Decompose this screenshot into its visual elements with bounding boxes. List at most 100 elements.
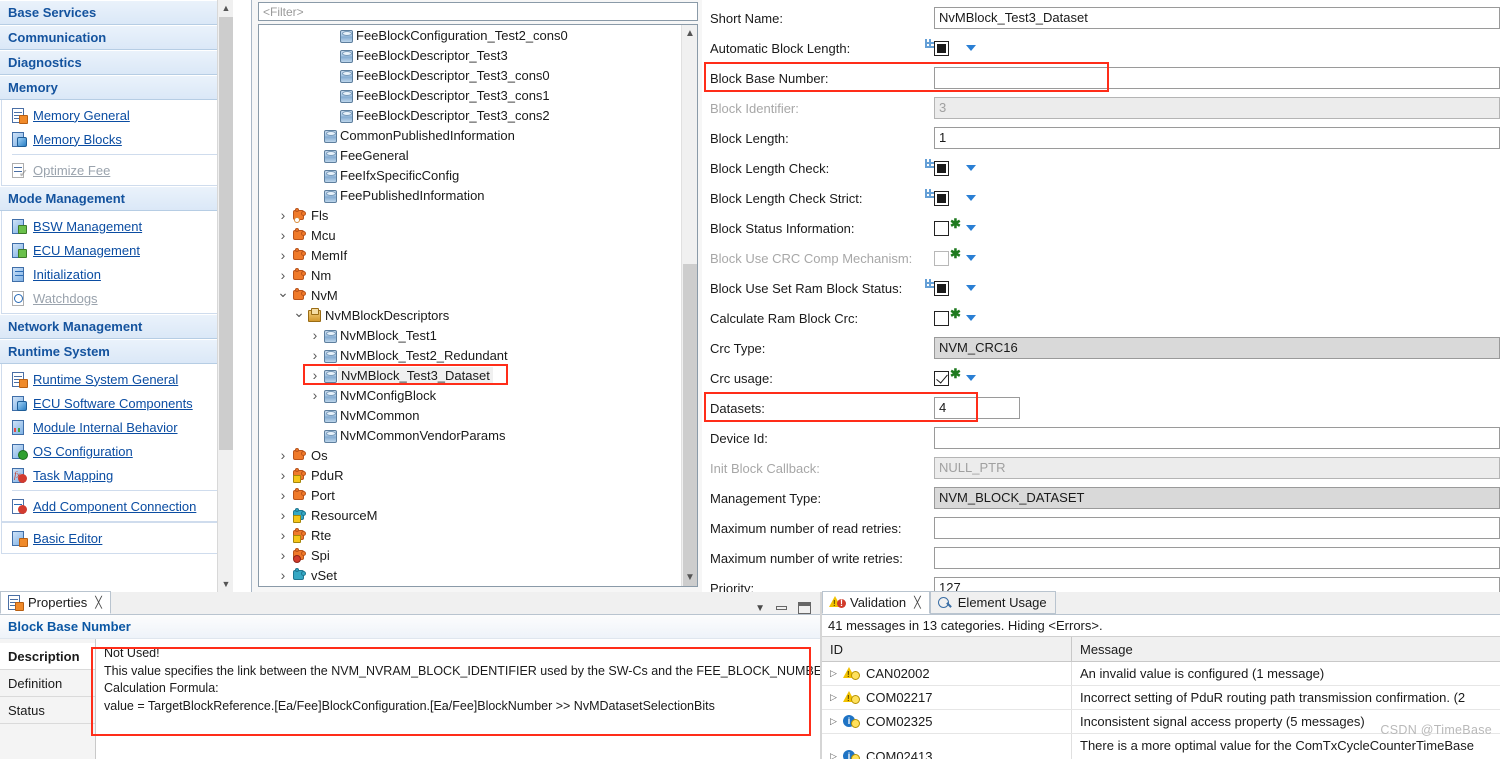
column-header-message[interactable]: Message: [1072, 637, 1500, 661]
tree-node-Fls[interactable]: › Fls: [259, 205, 680, 225]
tree-node-PduR[interactable]: › PduR: [259, 465, 680, 485]
property-input[interactable]: [934, 427, 1500, 449]
minimize-icon[interactable]: [776, 606, 787, 610]
table-row[interactable]: ▷ i COM02325 Inconsistent signal access pro…: [822, 710, 1500, 734]
chevron-right-icon[interactable]: ›: [307, 387, 323, 403]
tree-node-NvMBlock_Test2_Redundant[interactable]: › NvMBlock_Test2_Redundant: [259, 345, 680, 365]
sidebar-item-basic-editor[interactable]: Basic Editor: [2, 526, 232, 550]
chevron-right-icon[interactable]: ›: [275, 467, 291, 483]
checkbox-filled[interactable]: [925, 188, 949, 206]
chevron-right-icon[interactable]: ›: [275, 527, 291, 543]
property-input[interactable]: 127: [934, 577, 1500, 592]
tree-node-NvMConfigBlock[interactable]: › NvMConfigBlock: [259, 385, 680, 405]
tree-node-NvMCommon[interactable]: NvMCommon: [259, 405, 680, 425]
property-input[interactable]: [934, 547, 1500, 569]
tree-node-NvM[interactable]: ⌄ NvM: [259, 284, 680, 305]
tree-node-MemIf[interactable]: › MemIf: [259, 245, 680, 265]
tree-scroll-up-icon[interactable]: ▲: [682, 25, 697, 42]
tree-scrollbar[interactable]: ▲ ▼: [681, 25, 697, 586]
chevron-down-icon[interactable]: [966, 255, 976, 261]
tree-node-Port[interactable]: › Port: [259, 485, 680, 505]
tree-node-FeePublishedInformation[interactable]: FeePublishedInformation: [259, 185, 680, 205]
sidebar-item-add-component-connection[interactable]: Add Component Connection: [2, 494, 232, 518]
property-input[interactable]: NVM_CRC16: [934, 337, 1500, 359]
property-nav-definition[interactable]: Definition: [0, 670, 95, 697]
chevron-down-icon[interactable]: [966, 315, 976, 321]
tab-element-usage[interactable]: Element Usage: [929, 591, 1056, 614]
sidebar-item-memory-general[interactable]: Memory General: [2, 103, 232, 127]
chevron-right-icon[interactable]: ›: [275, 207, 291, 223]
tree-node-FeeGeneral[interactable]: FeeGeneral: [259, 145, 680, 165]
tree-node-FeeIfxSpecificConfig[interactable]: FeeIfxSpecificConfig: [259, 165, 680, 185]
sidebar-item-runtime-system-general[interactable]: Runtime System General: [2, 367, 232, 391]
tree-node-Nm[interactable]: › Nm: [259, 265, 680, 285]
sidebar-group-mode-management[interactable]: Mode Management«: [0, 186, 234, 211]
tree-node-FeeBlockDescriptor_Test3[interactable]: FeeBlockDescriptor_Test3: [259, 45, 680, 65]
checkbox-tick[interactable]: ✱: [934, 367, 961, 386]
sidebar-group-diagnostics[interactable]: Diagnostics»: [0, 50, 234, 75]
sidebar-item-module-internal-behavior[interactable]: Module Internal Behavior: [2, 415, 232, 439]
tree-node-NvMBlock_Test1[interactable]: › NvMBlock_Test1: [259, 325, 680, 345]
sidebar-group-runtime-system[interactable]: Runtime System«: [0, 339, 234, 364]
chevron-right-icon[interactable]: ›: [275, 507, 291, 523]
sidebar-group-base-services[interactable]: Base Services»: [0, 0, 234, 25]
chevron-right-icon[interactable]: ›: [275, 567, 291, 583]
tree-node-FeeBlockDescriptor_Test3_cons2[interactable]: FeeBlockDescriptor_Test3_cons2: [259, 105, 680, 125]
sidebar-item-initialization[interactable]: Initialization: [2, 262, 232, 286]
sidebar-item-bsw-management[interactable]: BSW Management: [2, 214, 232, 238]
checkbox-empty[interactable]: ✱: [934, 307, 961, 326]
property-input[interactable]: NVM_BLOCK_DATASET: [934, 487, 1500, 509]
tree-node-vSet[interactable]: › vSet: [259, 565, 680, 585]
expand-triangle-icon[interactable]: ▷: [830, 716, 839, 727]
tab-properties[interactable]: Properties ╳: [0, 591, 111, 614]
tree-node-NvMCommonVendorParams[interactable]: NvMCommonVendorParams: [259, 425, 680, 445]
property-nav-status[interactable]: Status: [0, 697, 95, 724]
scroll-up-arrow-icon[interactable]: ▲: [218, 0, 234, 16]
table-row[interactable]: ▷ COM02217 Incorrect setting of PduR routi…: [822, 686, 1500, 710]
sidebar-group-network-management[interactable]: Network Management»: [0, 314, 234, 339]
checkbox-filled[interactable]: [925, 38, 949, 56]
chevron-right-icon[interactable]: ›: [275, 447, 291, 463]
checkbox-empty[interactable]: ✱: [934, 217, 961, 236]
expand-triangle-icon[interactable]: ▷: [830, 751, 839, 759]
chevron-down-icon[interactable]: [966, 45, 976, 51]
property-nav-description[interactable]: Description: [0, 643, 95, 670]
chevron-right-icon[interactable]: ›: [275, 267, 291, 283]
chevron-right-icon[interactable]: ›: [275, 227, 291, 243]
chevron-right-icon[interactable]: ›: [275, 547, 291, 563]
column-header-id[interactable]: ID: [822, 637, 1072, 661]
chevron-right-icon[interactable]: ›: [307, 367, 323, 383]
chevron-down-icon[interactable]: [966, 225, 976, 231]
tree-filter-input[interactable]: <Filter>: [258, 2, 698, 21]
view-menu-icon[interactable]: ▼: [755, 603, 765, 614]
property-input[interactable]: 1: [934, 127, 1500, 149]
tree-node-CommonPublishedInformation[interactable]: CommonPublishedInformation: [259, 125, 680, 145]
tree-scrollbar-thumb[interactable]: [683, 264, 697, 586]
chevron-down-icon[interactable]: [966, 375, 976, 381]
table-row[interactable]: ▷ i COM02413 There is a more optimal value …: [822, 734, 1500, 759]
tree-node-Mcu[interactable]: › Mcu: [259, 225, 680, 245]
chevron-right-icon[interactable]: ›: [275, 487, 291, 503]
chevron-right-icon[interactable]: ›: [275, 247, 291, 263]
scroll-down-arrow-icon[interactable]: ▼: [218, 576, 234, 592]
chevron-right-icon[interactable]: ›: [307, 327, 323, 343]
close-icon[interactable]: ╳: [914, 596, 921, 609]
tree-scroll-down-icon[interactable]: ▼: [682, 569, 697, 586]
sidebar-item-ecu-management[interactable]: ECU Management: [2, 238, 232, 262]
tree-node-FeeBlockDescriptor_Test3_cons1[interactable]: FeeBlockDescriptor_Test3_cons1: [259, 85, 680, 105]
checkbox-filled[interactable]: [925, 278, 949, 296]
tree-node-Spi[interactable]: › Spi: [259, 545, 680, 565]
tree-node-FeeBlockConfiguration_Test2_cons0[interactable]: FeeBlockConfiguration_Test2_cons0: [259, 25, 680, 45]
chevron-down-icon[interactable]: ⌄: [291, 304, 307, 321]
chevron-down-icon[interactable]: [966, 165, 976, 171]
chevron-down-icon[interactable]: [966, 285, 976, 291]
sidebar-group-communication[interactable]: Communication»: [0, 25, 234, 50]
tab-validation[interactable]: ! Validation ╳: [822, 591, 930, 614]
tree-node-NvMBlock_Test3_Dataset[interactable]: › NvMBlock_Test3_Dataset: [259, 364, 680, 385]
property-input[interactable]: [934, 517, 1500, 539]
maximize-icon[interactable]: [798, 602, 811, 614]
sidebar-scrollbar-thumb[interactable]: [219, 17, 233, 450]
sidebar-item-os-configuration[interactable]: OS Configuration: [2, 439, 232, 463]
sidebar-scrollbar[interactable]: ▲ ▼: [217, 0, 234, 592]
tree-node-Os[interactable]: › Os: [259, 445, 680, 465]
